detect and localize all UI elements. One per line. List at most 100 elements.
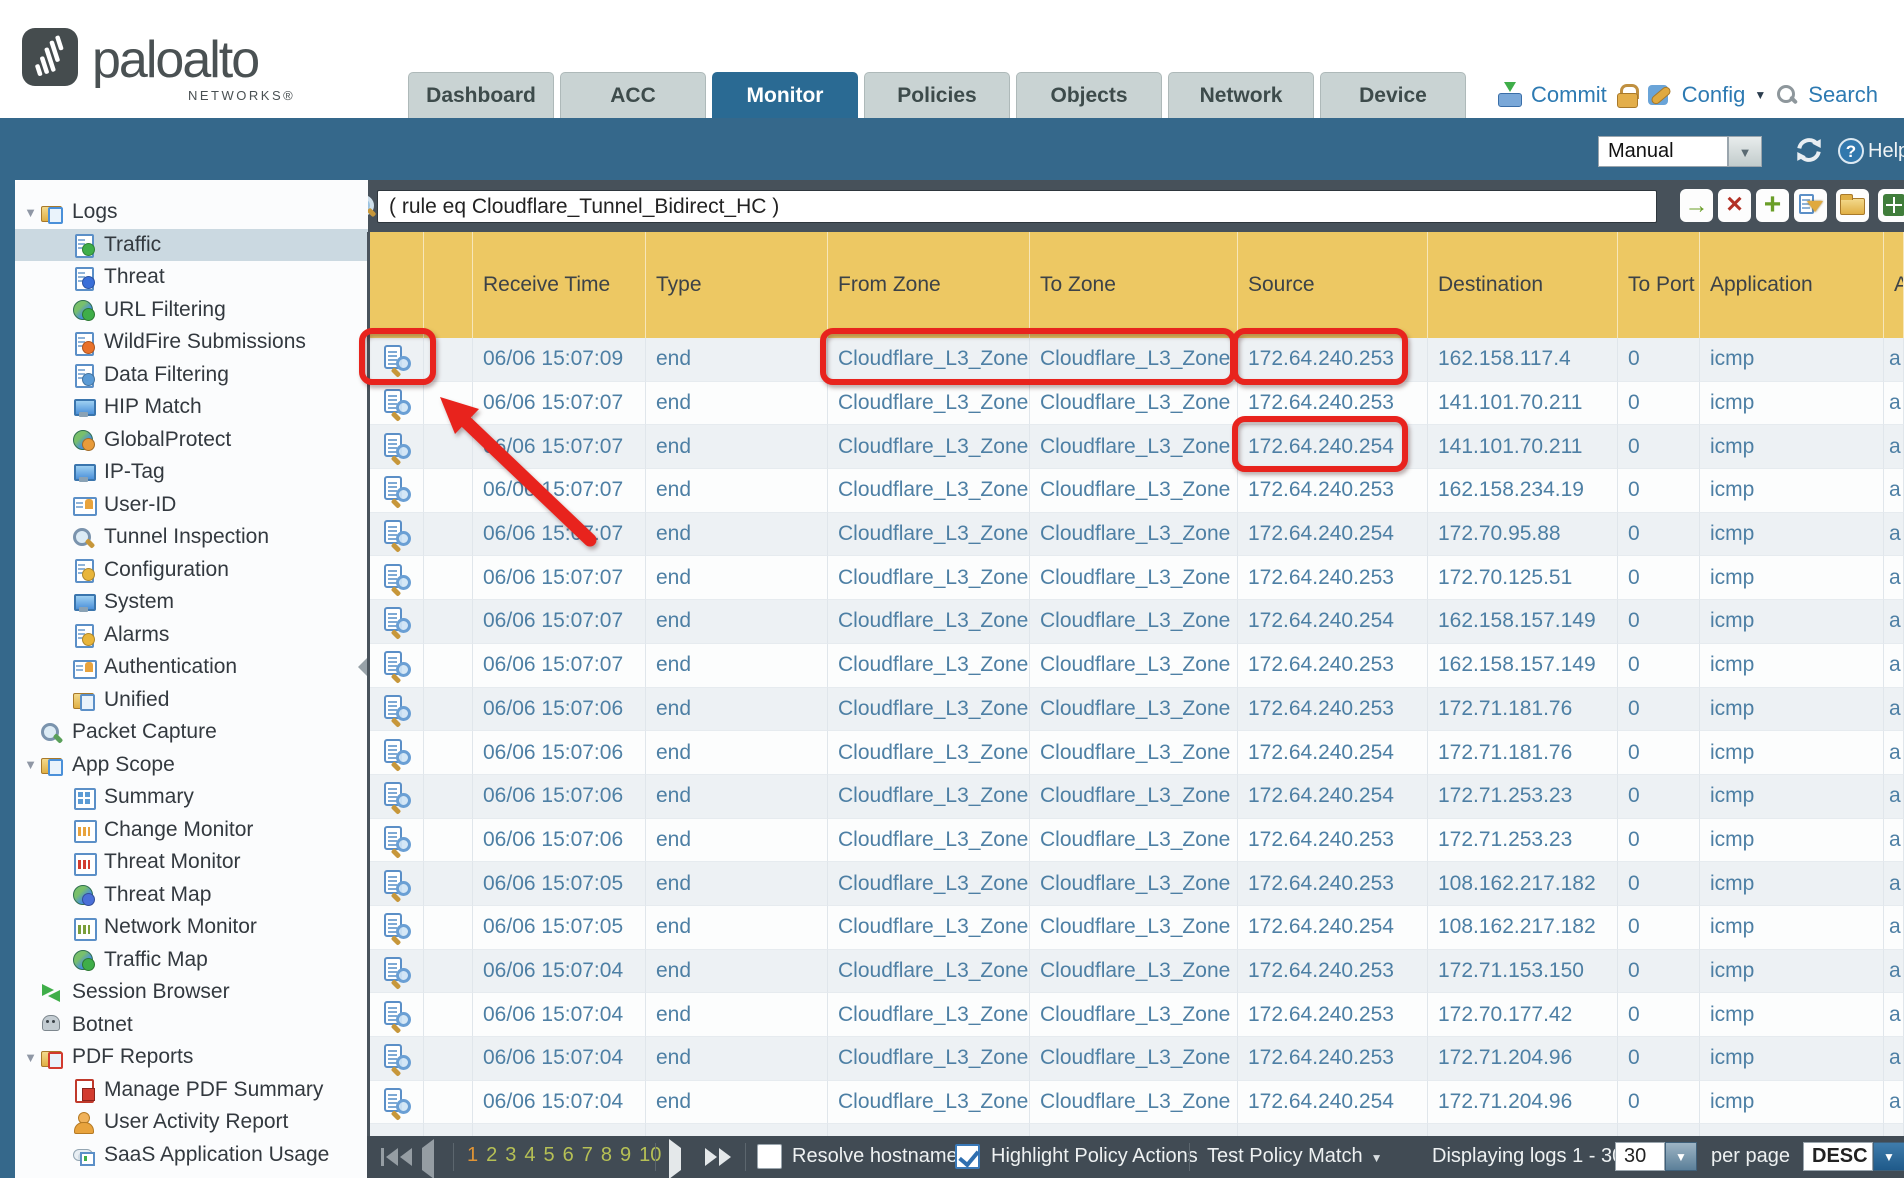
refresh-icon[interactable] (1793, 134, 1825, 171)
log-row[interactable]: 06/06 15:07:07 end Cloudflare_L3_Zone Cl… (370, 513, 1904, 557)
log-row[interactable]: 06/06 15:07:06 end Cloudflare_L3_Zone Cl… (370, 688, 1904, 732)
save-filter-button[interactable] (1794, 189, 1827, 222)
sidebar-item[interactable]: ▼ Logs (15, 196, 368, 229)
nav-tab[interactable]: ACC (560, 72, 706, 118)
apply-filter-button[interactable]: → (1680, 189, 1713, 222)
sidebar-item[interactable]: ▼ Authentication (15, 651, 368, 684)
log-detail-magnifier-icon[interactable] (382, 475, 412, 505)
sidebar-item[interactable]: ▼ HIP Match (15, 391, 368, 424)
sidebar-item[interactable]: ▼ GlobalProtect (15, 424, 368, 457)
export-logs-button[interactable] (1878, 189, 1904, 222)
log-row[interactable]: 06/06 15:07:04 end Cloudflare_L3_Zone Cl… (370, 993, 1904, 1037)
add-filter-button[interactable]: + (1756, 189, 1789, 222)
nav-tab[interactable]: Device (1320, 72, 1466, 118)
commit-link[interactable]: Commit (1531, 82, 1607, 108)
column-header[interactable]: A (1884, 232, 1904, 338)
sidebar-item[interactable]: ▼ Configuration (15, 554, 368, 587)
log-row[interactable]: 06/06 15:07:06 end Cloudflare_L3_Zone Cl… (370, 731, 1904, 775)
column-header[interactable] (370, 232, 424, 338)
sidebar-item[interactable]: ▼ Change Monitor (15, 814, 368, 847)
sidebar-item[interactable]: ▼ Data Filtering (15, 359, 368, 392)
sidebar-item[interactable]: ▼ Botnet (15, 1009, 368, 1042)
sidebar-item[interactable]: ▼ Summary (15, 781, 368, 814)
log-detail-magnifier-icon[interactable] (382, 781, 412, 811)
sidebar-item[interactable]: ▼ WildFire Submissions (15, 326, 368, 359)
sidebar-item[interactable]: ▼ User-ID (15, 489, 368, 522)
page-number[interactable]: 8 (601, 1144, 612, 1167)
column-header[interactable] (424, 232, 473, 338)
log-detail-magnifier-icon[interactable] (382, 1043, 412, 1073)
resolve-hostname-checkbox[interactable] (757, 1144, 782, 1169)
sidebar-item[interactable]: ▼ Alarms (15, 619, 368, 652)
log-detail-magnifier-icon[interactable] (382, 388, 412, 418)
log-row[interactable]: 06/06 15:07:09 end Cloudflare_L3_Zone Cl… (370, 338, 1904, 382)
refresh-mode-select[interactable]: Manual (1598, 136, 1728, 167)
sidebar-item[interactable]: ▼ System (15, 586, 368, 619)
sidebar-item[interactable]: ▼ Threat (15, 261, 368, 294)
column-header[interactable]: To Port (1618, 232, 1700, 338)
sidebar-item[interactable]: ▼ User Activity Report (15, 1106, 368, 1139)
nav-tab[interactable]: Dashboard (408, 72, 554, 118)
sidebar-item[interactable]: ▼ Threat Monitor (15, 846, 368, 879)
refresh-mode-dropdown-button[interactable]: ▼ (1728, 136, 1762, 167)
sidebar-item[interactable]: ▼ Network Monitor (15, 911, 368, 944)
log-row[interactable]: 06/06 15:07:05 end Cloudflare_L3_Zone Cl… (370, 906, 1904, 950)
help-icon[interactable]: ? (1838, 138, 1864, 164)
page-number[interactable]: 7 (582, 1144, 593, 1167)
log-detail-magnifier-icon[interactable] (382, 869, 412, 899)
page-number[interactable]: 6 (563, 1144, 574, 1167)
sidebar-item[interactable]: ▼ Traffic Map (15, 944, 368, 977)
sidebar-item[interactable]: ▼ Manage PDF Summary (15, 1074, 368, 1107)
nav-tab[interactable]: Policies (864, 72, 1010, 118)
log-detail-magnifier-icon[interactable] (382, 563, 412, 593)
expand-triangle-icon[interactable]: ▼ (22, 757, 39, 772)
sort-order-dropdown-button[interactable]: ▼ (1873, 1142, 1904, 1171)
sidebar-item[interactable]: ▼ URL Filtering (15, 294, 368, 327)
sidebar-item[interactable]: ▼ IP-Tag (15, 456, 368, 489)
nav-tab[interactable]: Monitor (712, 72, 858, 118)
log-detail-magnifier-icon[interactable] (382, 606, 412, 636)
test-policy-match-button[interactable]: Test Policy Match▼ (1207, 1145, 1383, 1168)
log-detail-magnifier-icon[interactable] (382, 738, 412, 768)
sidebar-item[interactable]: ▼ Session Browser (15, 976, 368, 1009)
log-row[interactable]: 06/06 15:07:07 end Cloudflare_L3_Zone Cl… (370, 556, 1904, 600)
sidebar-item[interactable]: ▼ App Scope (15, 749, 368, 782)
column-header[interactable]: Application (1700, 232, 1884, 338)
config-link[interactable]: Config (1682, 82, 1746, 108)
log-detail-magnifier-icon[interactable] (382, 825, 412, 855)
load-filter-button[interactable] (1836, 189, 1869, 222)
log-detail-magnifier-icon[interactable] (382, 650, 412, 680)
expand-triangle-icon[interactable]: ▼ (22, 1050, 39, 1065)
highlight-policy-actions-checkbox[interactable] (955, 1144, 980, 1169)
page-number[interactable]: 5 (544, 1144, 555, 1167)
column-header[interactable]: Source (1238, 232, 1428, 338)
log-row[interactable]: 06/06 15:07:06 end Cloudflare_L3_Zone Cl… (370, 775, 1904, 819)
log-row[interactable]: 06/06 15:07:07 end Cloudflare_L3_Zone Cl… (370, 382, 1904, 426)
next-page-button[interactable] (669, 1148, 681, 1171)
search-link[interactable]: Search (1808, 82, 1878, 108)
column-header[interactable]: Type (646, 232, 828, 338)
log-row[interactable]: 06/06 15:07:07 end Cloudflare_L3_Zone Cl… (370, 469, 1904, 513)
log-detail-magnifier-icon[interactable] (382, 912, 412, 942)
prev-page-button[interactable] (422, 1148, 434, 1171)
log-detail-magnifier-icon[interactable] (382, 519, 412, 549)
lock-icon[interactable] (1616, 82, 1638, 108)
sidebar-item[interactable]: ▼ PDF Reports (15, 1041, 368, 1074)
log-row[interactable]: 06/06 15:07:04 end Cloudflare_L3_Zone Cl… (370, 1081, 1904, 1125)
page-number[interactable]: 4 (524, 1144, 535, 1167)
page-number[interactable]: 9 (620, 1144, 631, 1167)
config-caret-icon[interactable]: ▼ (1754, 88, 1766, 102)
log-detail-magnifier-icon[interactable] (382, 344, 412, 374)
column-header[interactable]: From Zone (828, 232, 1030, 338)
column-header[interactable]: To Zone (1030, 232, 1238, 338)
log-detail-magnifier-icon[interactable] (382, 432, 412, 462)
sidebar-collapse-handle[interactable] (358, 658, 367, 676)
clear-filter-button[interactable]: × (1718, 189, 1751, 222)
log-detail-magnifier-icon[interactable] (382, 1087, 412, 1117)
last-page-button[interactable] (705, 1148, 731, 1166)
expand-triangle-icon[interactable]: ▼ (22, 205, 39, 220)
log-detail-magnifier-icon[interactable] (382, 1000, 412, 1030)
log-row[interactable]: 06/06 15:07:07 end Cloudflare_L3_Zone Cl… (370, 644, 1904, 688)
log-row[interactable]: 06/06 15:07:07 end Cloudflare_L3_Zone Cl… (370, 600, 1904, 644)
log-row[interactable]: 06/06 15:07:06 end Cloudflare_L3_Zone Cl… (370, 819, 1904, 863)
